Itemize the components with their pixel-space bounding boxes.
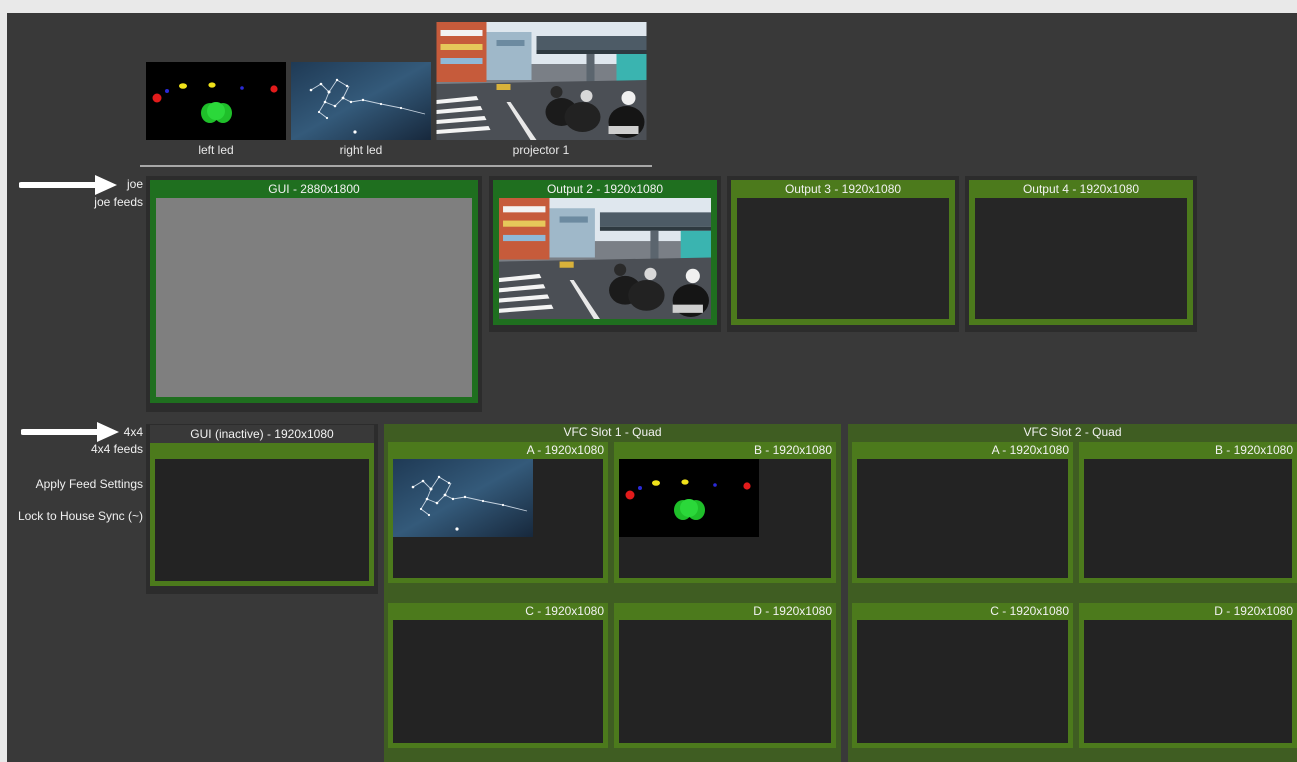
output-2[interactable]: Output 2 - 1920x1080 <box>493 180 717 325</box>
slot-2-cell-c-screen <box>857 620 1068 743</box>
group-name-4x4: 4x4 <box>123 425 143 439</box>
slot-1-cell-b-title: B - 1920x1080 <box>753 443 832 457</box>
source-label-right-led: right led <box>339 143 383 157</box>
gui-output-title: GUI - 2880x1800 <box>268 182 360 196</box>
source-label-projector-1: projector 1 <box>512 143 570 157</box>
vfc-slot-1: VFC Slot 1 - Quad A - 1920x1080 B - 1920… <box>384 424 841 762</box>
output-4[interactable]: Output 4 - 1920x1080 <box>969 180 1193 325</box>
output-3-title: Output 3 - 1920x1080 <box>784 182 902 196</box>
slot-1-cell-b-screen <box>619 459 831 578</box>
arrow-right-icon <box>19 175 117 195</box>
slot-2-cell-b[interactable]: B - 1920x1080 <box>1079 442 1297 583</box>
apply-feed-settings-button[interactable]: Apply Feed Settings <box>36 477 143 491</box>
slot-1-cell-c[interactable]: C - 1920x1080 <box>388 603 608 748</box>
slot-2-cell-c[interactable]: C - 1920x1080 <box>852 603 1073 748</box>
slot-2-cell-c-title: C - 1920x1080 <box>990 604 1069 618</box>
slot-2-cell-d-screen <box>1084 620 1292 743</box>
vfc-slot-2-title: VFC Slot 2 - Quad <box>1023 425 1122 439</box>
source-thumb-left-led[interactable] <box>146 62 286 140</box>
group-name-joe: joe <box>126 177 143 191</box>
slot-1-cell-d[interactable]: D - 1920x1080 <box>614 603 836 748</box>
slot-2-cell-a[interactable]: A - 1920x1080 <box>852 442 1073 583</box>
source-tray-divider <box>140 165 652 167</box>
slot-1-cell-d-title: D - 1920x1080 <box>753 604 832 618</box>
slot-1-cell-c-title: C - 1920x1080 <box>525 604 604 618</box>
slot-1-cell-b[interactable]: B - 1920x1080 <box>614 442 836 583</box>
slot-1-cell-a-screen <box>393 459 603 578</box>
slot-1-cell-a[interactable]: A - 1920x1080 <box>388 442 608 583</box>
arrow-right-icon <box>21 422 119 442</box>
output-4-screen <box>975 198 1187 319</box>
source-thumb-right-led[interactable] <box>291 62 431 140</box>
slot-1-cell-d-screen <box>619 620 831 743</box>
slot-2-cell-b-screen <box>1084 459 1292 578</box>
slot-2-cell-a-title: A - 1920x1080 <box>991 443 1069 457</box>
vfc-slot-1-title: VFC Slot 1 - Quad <box>563 425 662 439</box>
gui-output-screen <box>156 198 472 397</box>
led-dots-image <box>146 62 286 140</box>
vfc-slot-2: VFC Slot 2 - Quad A - 1920x1080 B - 1920… <box>848 424 1297 762</box>
gui-inactive-title: GUI (inactive) - 1920x1080 <box>150 425 374 443</box>
group-feeds-joe[interactable]: joe feeds <box>94 195 143 209</box>
constellation-image <box>393 459 533 537</box>
slot-2-cell-d-title: D - 1920x1080 <box>1214 604 1293 618</box>
slot-2-cell-b-title: B - 1920x1080 <box>1214 443 1293 457</box>
gui-inactive-cell <box>150 443 374 586</box>
group-feeds-4x4[interactable]: 4x4 feeds <box>91 442 143 456</box>
slot-1-cell-a-title: A - 1920x1080 <box>526 443 604 457</box>
gui-inactive-output[interactable]: GUI (inactive) - 1920x1080 <box>150 425 374 586</box>
output-2-screen <box>499 198 711 319</box>
slot-2-cell-a-screen <box>857 459 1068 578</box>
street-scene-image <box>499 198 711 319</box>
constellation-image <box>291 62 431 140</box>
output-4-title: Output 4 - 1920x1080 <box>1022 182 1140 196</box>
gui-inactive-screen <box>155 459 369 581</box>
slot-2-cell-d[interactable]: D - 1920x1080 <box>1079 603 1297 748</box>
led-dots-image <box>619 459 759 537</box>
slot-1-cell-c-screen <box>393 620 603 743</box>
output-3[interactable]: Output 3 - 1920x1080 <box>731 180 955 325</box>
lock-house-sync-button[interactable]: Lock to House Sync (~) <box>18 509 143 523</box>
routing-canvas: left led right led projector 1 joe joe f… <box>7 13 1297 762</box>
output-2-title: Output 2 - 1920x1080 <box>546 182 664 196</box>
source-label-left-led: left led <box>198 143 234 157</box>
source-thumb-projector-1[interactable] <box>436 22 647 140</box>
street-scene-image <box>436 22 647 140</box>
output-3-screen <box>737 198 949 319</box>
gui-output[interactable]: GUI - 2880x1800 <box>150 180 478 403</box>
